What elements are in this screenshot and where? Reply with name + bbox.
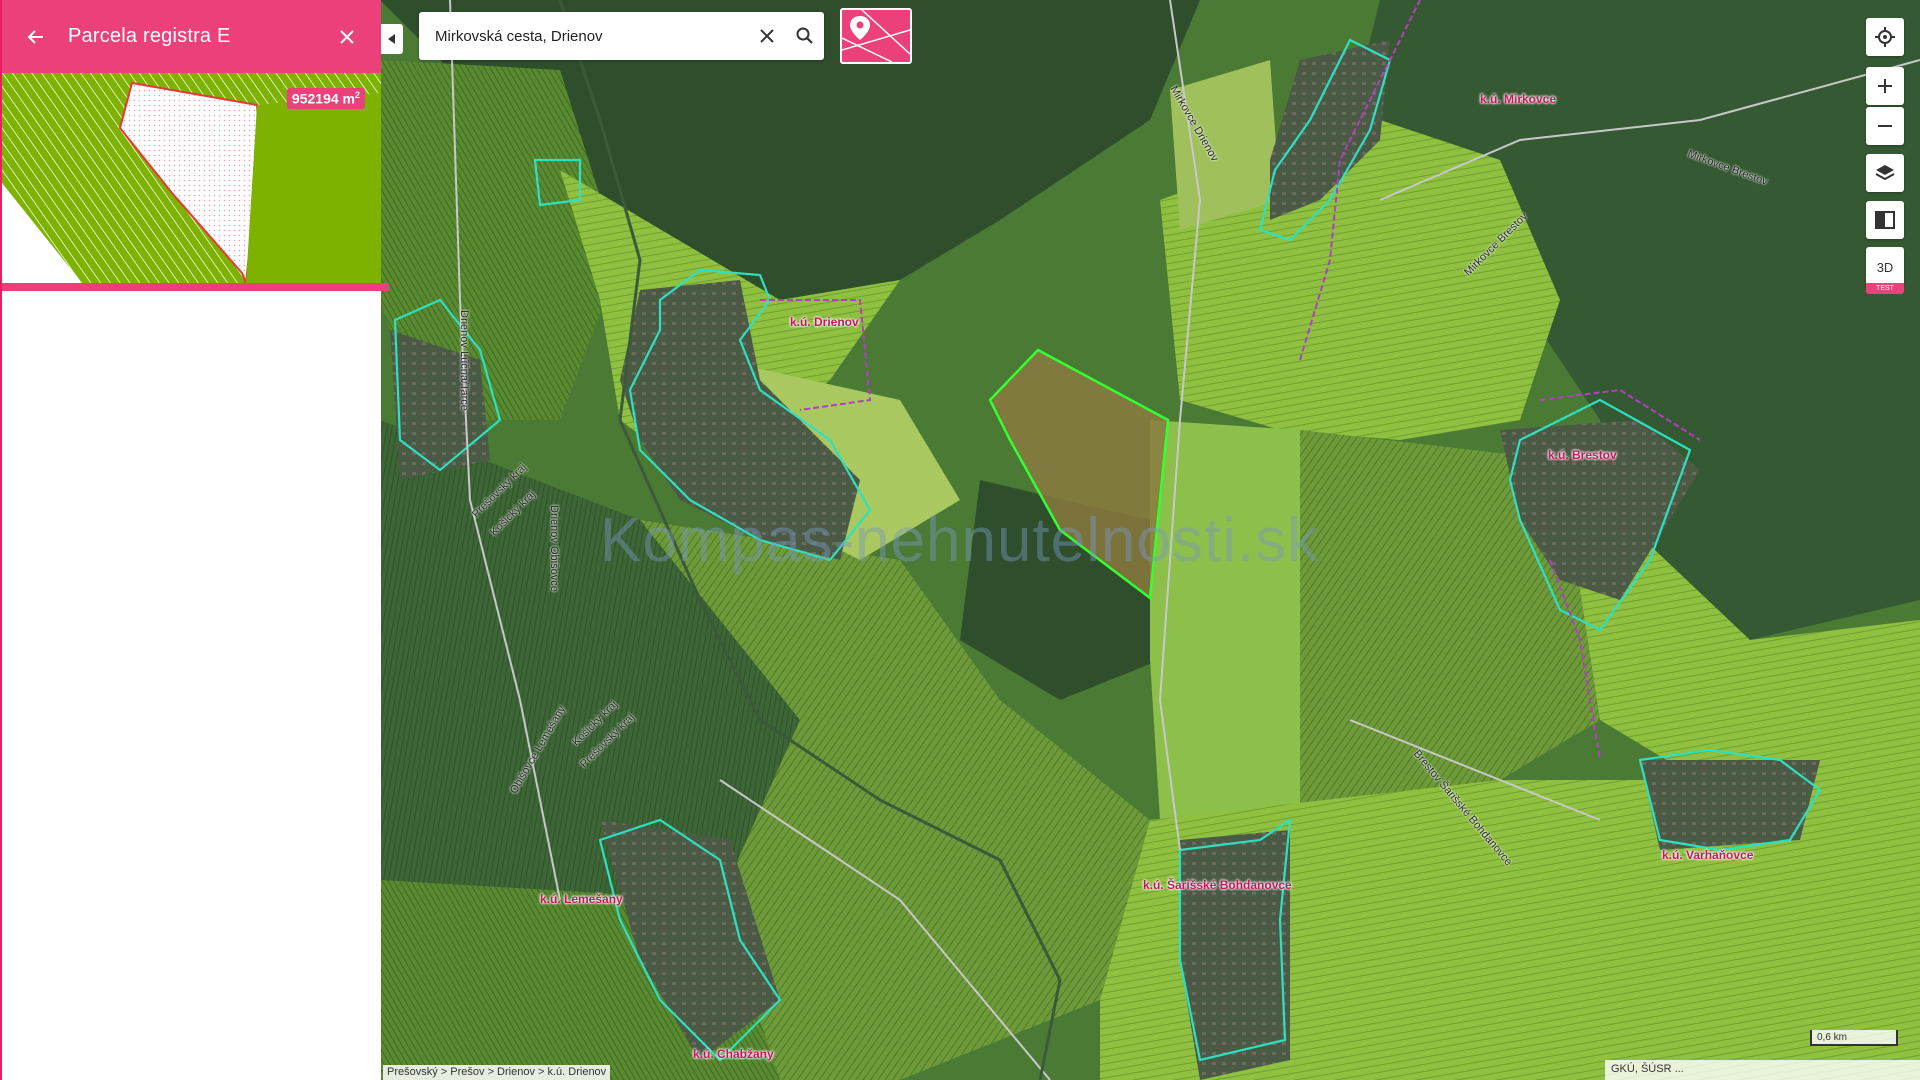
compare-button[interactable] [1866,201,1904,239]
three-d-toggle-button[interactable]: 3D TEST [1866,247,1904,294]
crosshair-icon [1875,27,1895,47]
locate-button[interactable] [1866,18,1904,56]
back-button[interactable] [16,17,56,57]
road-label: Drienov Obišovce [548,505,560,592]
layers-button[interactable] [1866,154,1904,192]
arrow-left-icon [27,29,43,44]
layers-icon [1875,165,1895,181]
three-d-label: 3D [1876,259,1894,275]
cadastral-label: k.ú. Chabžany [693,1047,774,1061]
search-icon [796,27,813,44]
close-button[interactable] [327,17,367,57]
cadastral-label: k.ú. Drienov [790,315,859,329]
cadastral-label: k.ú. Šarišské Bohdanovce [1143,878,1292,892]
cadastral-label: k.ú. Varhaňovce [1662,848,1754,862]
zoom-out-button[interactable] [1866,107,1904,145]
parcel-panel: Parcela registra E 952194 m2 [0,0,389,1080]
close-icon [340,29,354,44]
cadastral-label: k.ú. Brestov [1548,448,1617,462]
road-label: Drienov Lúčna/Tarce [458,310,470,411]
cadastral-label: k.ú. Lemešany [540,892,623,906]
map-attribution[interactable]: GKÚ, ŠÚSR ... [1605,1060,1920,1080]
panel-divider [2,283,389,291]
scale-bar: 0,6 km [1810,1030,1898,1046]
location-breadcrumb: Prešovský > Prešov > Drienov > k.ú. Drie… [383,1065,611,1080]
split-view-icon [1875,211,1895,229]
panel-collapse-button[interactable] [381,24,403,54]
test-badge: TEST [1866,283,1904,294]
search-input[interactable] [419,12,748,60]
panel-title: Parcela registra E [68,25,231,47]
minus-icon [1878,125,1892,127]
search-bar [419,12,824,60]
parcel-area-badge: 952194 m2 [286,88,365,109]
map-pin-icon [842,10,910,62]
panel-header: Parcela registra E [2,0,381,73]
close-icon [760,29,774,43]
clear-search-button[interactable] [748,12,786,60]
parcel-thumbnail: 952194 m2 [2,73,381,283]
caret-left-icon [388,34,395,44]
cadastral-label: k.ú. Mirkovce [1480,92,1557,106]
plus-icon [1878,79,1892,93]
search-button[interactable] [786,12,824,60]
parcel-layer-button[interactable] [840,8,912,64]
zoom-in-button[interactable] [1866,67,1904,105]
